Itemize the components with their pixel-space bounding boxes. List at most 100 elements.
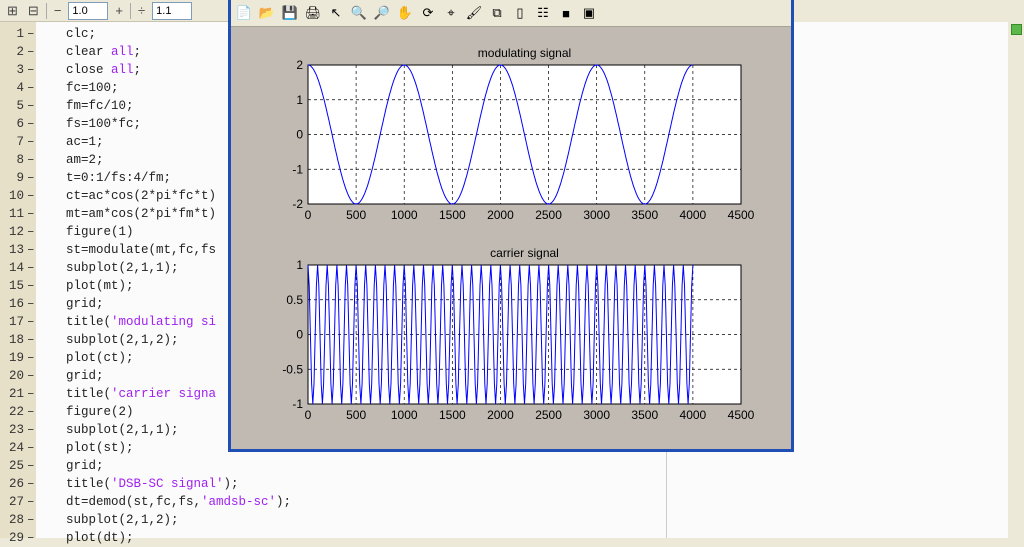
line-number: 17	[8, 315, 24, 329]
x-tick-label: 3500	[631, 408, 658, 422]
breakpoint-dash[interactable]: –	[27, 493, 35, 511]
insert-cell-icon[interactable]: ⊞	[4, 3, 21, 19]
line-number: 29	[8, 531, 24, 545]
line-number: 27	[8, 495, 24, 509]
breakpoint-dash[interactable]: –	[27, 151, 35, 169]
breakpoint-dash[interactable]: –	[27, 205, 35, 223]
colorbar-icon[interactable]: ▯	[511, 4, 529, 22]
line-number: 10	[8, 189, 24, 203]
line-number: 13	[8, 243, 24, 257]
x-tick-label: 1000	[391, 408, 418, 422]
pan-icon[interactable]: ✋	[396, 4, 414, 22]
breakpoint-dash[interactable]: –	[27, 457, 35, 475]
breakpoint-dash[interactable]: –	[27, 313, 35, 331]
breakpoint-dash[interactable]: –	[27, 475, 35, 493]
hide-tools-icon[interactable]: ■	[557, 4, 575, 22]
code-text: fs=100*fc;	[66, 117, 142, 131]
link-icon[interactable]: ⧉	[488, 4, 506, 22]
zoom-in-icon[interactable]: 🔍	[350, 4, 368, 22]
breakpoint-dash[interactable]: –	[27, 511, 35, 529]
zoom-out-icon[interactable]: 🔎	[373, 4, 391, 22]
code-text: subplot(2,1,2);	[66, 513, 179, 527]
x-tick-label: 4000	[680, 208, 707, 222]
print-icon[interactable]: 🖨	[304, 4, 322, 22]
code-text: grid;	[66, 297, 104, 311]
brush-icon[interactable]: 🖌	[465, 4, 483, 22]
breakpoint-dash[interactable]: –	[27, 529, 35, 547]
legend-icon[interactable]: ☷	[534, 4, 552, 22]
code-text: dt=demod(st,fc,fs,'amdsb-sc');	[66, 495, 292, 509]
breakpoint-dash[interactable]: –	[27, 277, 35, 295]
divide-value-input[interactable]: 1.1	[152, 1, 193, 20]
status-indicator-icon	[1011, 24, 1022, 35]
breakpoint-dash[interactable]: –	[27, 61, 35, 79]
code-text: figure(2)	[66, 405, 134, 419]
breakpoint-dash[interactable]: –	[27, 421, 35, 439]
data-cursor-icon[interactable]: ⌖	[442, 4, 460, 22]
plot-title: modulating signal	[478, 46, 571, 60]
increment-value-input[interactable]: 1.0	[68, 1, 109, 20]
y-tick-label: -1	[292, 162, 303, 176]
code-text: grid;	[66, 459, 104, 473]
breakpoint-dash[interactable]: –	[27, 97, 35, 115]
line-number: 3	[16, 63, 24, 77]
breakpoint-dash[interactable]: –	[27, 367, 35, 385]
y-tick-label: 1	[296, 258, 303, 272]
new-figure-icon[interactable]: 📄	[235, 4, 253, 22]
line-number: 14	[8, 261, 24, 275]
breakpoint-dash[interactable]: –	[27, 295, 35, 313]
line-number: 6	[16, 117, 24, 131]
breakpoint-dash[interactable]: –	[27, 133, 35, 151]
right-strip	[1008, 22, 1024, 538]
code-text: am=2;	[66, 153, 104, 167]
code-text: figure(1)	[66, 225, 134, 239]
line-number: 28	[8, 513, 24, 527]
insert-cell-below-icon[interactable]: ⊟	[25, 3, 42, 19]
divide-button[interactable]: ÷	[135, 3, 148, 18]
code-text: clc;	[66, 27, 97, 41]
x-tick-label: 1500	[439, 408, 466, 422]
code-text: subplot(2,1,1);	[66, 261, 179, 275]
line-number: 5	[16, 99, 24, 113]
x-tick-label: 0	[305, 208, 312, 222]
breakpoint-dash[interactable]: –	[27, 241, 35, 259]
rotate-icon[interactable]: ⟳	[419, 4, 437, 22]
figure-canvas: modulating signal0 500 1000 1500 2000 2500 300…	[282, 46, 755, 422]
divider	[45, 2, 47, 19]
breakpoint-dash[interactable]: –	[27, 331, 35, 349]
breakpoint-dash[interactable]: –	[27, 349, 35, 367]
breakpoint-dash[interactable]: –	[27, 223, 35, 241]
x-tick-label: 0	[305, 408, 312, 422]
code-text: clear all;	[66, 45, 142, 59]
y-tick-label: 0.5	[286, 293, 303, 307]
code-text: title('carrier signa	[66, 387, 217, 401]
breakpoint-dash[interactable]: –	[27, 385, 35, 403]
line-number: 25	[8, 459, 24, 473]
save-icon[interactable]: 💾	[281, 4, 299, 22]
breakpoint-dash[interactable]: –	[27, 259, 35, 277]
code-text: plot(mt);	[66, 279, 134, 293]
line-number: 23	[8, 423, 24, 437]
breakpoint-dash[interactable]: –	[27, 439, 35, 457]
code-text: t=0:1/fs:4/fm;	[66, 171, 172, 185]
breakpoint-dash[interactable]: –	[27, 403, 35, 421]
breakpoint-dash[interactable]: –	[27, 43, 35, 61]
breakpoint-dash[interactable]: –	[27, 79, 35, 97]
line-number: 7	[16, 135, 24, 149]
pointer-icon[interactable]: ↖	[327, 4, 345, 22]
line-number: 26	[8, 477, 24, 491]
increment-button[interactable]: +	[112, 3, 126, 18]
decrement-button[interactable]: −	[51, 3, 65, 18]
breakpoint-dash[interactable]: –	[27, 187, 35, 205]
open-icon[interactable]: 📂	[258, 4, 276, 22]
x-tick-label: 4500	[728, 208, 755, 222]
subplot-2: carrier signal 0 500 1000 1500 2000 2500 3000 35…	[282, 246, 754, 422]
breakpoint-dash[interactable]: –	[27, 25, 35, 43]
line-number: 12	[8, 225, 24, 239]
breakpoint-dash[interactable]: –	[27, 115, 35, 133]
breakpoint-dash[interactable]: –	[27, 169, 35, 187]
dock-icon[interactable]: ▣	[580, 4, 598, 22]
y-tick-label: 0	[296, 128, 303, 142]
code-text: title('DSB-SC signal');	[66, 477, 239, 491]
y-tick-label: 1	[296, 93, 303, 107]
